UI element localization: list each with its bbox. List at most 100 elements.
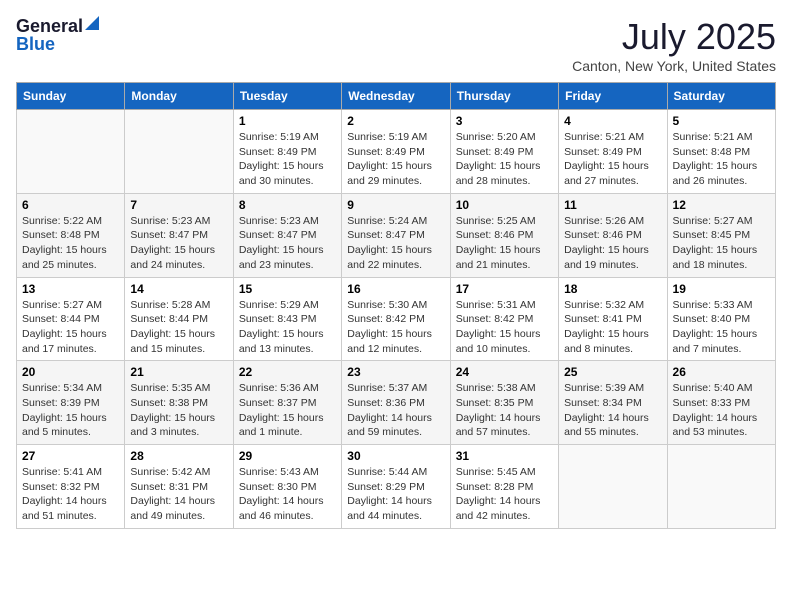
day-number: 3 [456, 114, 553, 128]
page-header: General Blue July 2025 Canton, New York,… [16, 16, 776, 74]
calendar-cell: 16Sunrise: 5:30 AM Sunset: 8:42 PM Dayli… [342, 277, 450, 361]
day-info: Sunrise: 5:33 AM Sunset: 8:40 PM Dayligh… [673, 298, 770, 357]
day-info: Sunrise: 5:40 AM Sunset: 8:33 PM Dayligh… [673, 381, 770, 440]
day-info: Sunrise: 5:32 AM Sunset: 8:41 PM Dayligh… [564, 298, 661, 357]
day-info: Sunrise: 5:45 AM Sunset: 8:28 PM Dayligh… [456, 465, 553, 524]
month-title: July 2025 [572, 16, 776, 58]
calendar-header-monday: Monday [125, 83, 233, 110]
calendar-header-sunday: Sunday [17, 83, 125, 110]
calendar-table: SundayMondayTuesdayWednesdayThursdayFrid… [16, 82, 776, 529]
day-info: Sunrise: 5:30 AM Sunset: 8:42 PM Dayligh… [347, 298, 444, 357]
calendar-cell: 25 Sunrise: 5:39 AM Sunset: 8:34 PM Dayli… [559, 361, 667, 445]
calendar-cell: 18 Sunrise: 5:32 AM Sunset: 8:41 PM Dayli… [559, 277, 667, 361]
day-info: Sunrise: 5:38 AM Sunset: 8:35 PM Dayligh… [456, 381, 553, 440]
day-info: Sunrise: 5:39 AM Sunset: 8:34 PM Dayligh… [564, 381, 661, 440]
day-number: 25 [564, 365, 661, 379]
calendar-cell: 17Sunrise: 5:31 AM Sunset: 8:42 PM Dayli… [450, 277, 558, 361]
calendar-cell: 1 Sunrise: 5:19 AM Sunset: 8:49 PM Daylig… [233, 110, 341, 194]
day-number: 1 [239, 114, 336, 128]
day-number: 8 [239, 198, 336, 212]
day-number: 4 [564, 114, 661, 128]
day-info: Sunrise: 5:19 AM Sunset: 8:49 PM Dayligh… [347, 130, 444, 189]
day-info: Sunrise: 5:29 AM Sunset: 8:43 PM Dayligh… [239, 298, 336, 357]
calendar-cell: 27Sunrise: 5:41 AM Sunset: 8:32 PM Dayli… [17, 445, 125, 529]
location-subtitle: Canton, New York, United States [572, 58, 776, 74]
logo: General Blue [16, 16, 99, 53]
calendar-cell: 22 Sunrise: 5:36 AM Sunset: 8:37 PM Dayli… [233, 361, 341, 445]
calendar-week-row: 6 Sunrise: 5:22 AM Sunset: 8:48 PM Daylig… [17, 193, 776, 277]
day-info: Sunrise: 5:36 AM Sunset: 8:37 PM Dayligh… [239, 381, 336, 440]
day-number: 19 [673, 282, 770, 296]
day-number: 2 [347, 114, 444, 128]
calendar-cell: 13 Sunrise: 5:27 AM Sunset: 8:44 PM Dayli… [17, 277, 125, 361]
calendar-cell [125, 110, 233, 194]
logo-icon [85, 16, 99, 30]
day-number: 28 [130, 449, 227, 463]
calendar-cell: 14 Sunrise: 5:28 AM Sunset: 8:44 PM Dayli… [125, 277, 233, 361]
day-number: 24 [456, 365, 553, 379]
calendar-cell: 31 Sunrise: 5:45 AM Sunset: 8:28 PM Dayli… [450, 445, 558, 529]
calendar-header-wednesday: Wednesday [342, 83, 450, 110]
calendar-header-friday: Friday [559, 83, 667, 110]
day-info: Sunrise: 5:43 AM Sunset: 8:30 PM Dayligh… [239, 465, 336, 524]
day-number: 26 [673, 365, 770, 379]
calendar-cell: 2 Sunrise: 5:19 AM Sunset: 8:49 PM Daylig… [342, 110, 450, 194]
day-number: 27 [22, 449, 119, 463]
day-info: Sunrise: 5:21 AM Sunset: 8:49 PM Dayligh… [564, 130, 661, 189]
calendar-cell: 23 Sunrise: 5:37 AM Sunset: 8:36 PM Dayli… [342, 361, 450, 445]
calendar-header-tuesday: Tuesday [233, 83, 341, 110]
day-number: 10 [456, 198, 553, 212]
calendar-cell: 10 Sunrise: 5:25 AM Sunset: 8:46 PM Dayli… [450, 193, 558, 277]
day-number: 30 [347, 449, 444, 463]
calendar-cell: 3Sunrise: 5:20 AM Sunset: 8:49 PM Daylig… [450, 110, 558, 194]
calendar-cell: 26 Sunrise: 5:40 AM Sunset: 8:33 PM Dayli… [667, 361, 775, 445]
calendar-cell: 15 Sunrise: 5:29 AM Sunset: 8:43 PM Dayli… [233, 277, 341, 361]
day-number: 5 [673, 114, 770, 128]
day-number: 14 [130, 282, 227, 296]
day-number: 18 [564, 282, 661, 296]
calendar-cell: 24 Sunrise: 5:38 AM Sunset: 8:35 PM Dayli… [450, 361, 558, 445]
calendar-cell: 30 Sunrise: 5:44 AM Sunset: 8:29 PM Dayli… [342, 445, 450, 529]
day-info: Sunrise: 5:27 AM Sunset: 8:44 PM Dayligh… [22, 298, 119, 357]
day-info: Sunrise: 5:22 AM Sunset: 8:48 PM Dayligh… [22, 214, 119, 273]
calendar-cell: 29Sunrise: 5:43 AM Sunset: 8:30 PM Dayli… [233, 445, 341, 529]
logo-blue-text: Blue [16, 35, 55, 53]
calendar-cell: 12Sunrise: 5:27 AM Sunset: 8:45 PM Dayli… [667, 193, 775, 277]
day-number: 13 [22, 282, 119, 296]
day-info: Sunrise: 5:24 AM Sunset: 8:47 PM Dayligh… [347, 214, 444, 273]
day-number: 6 [22, 198, 119, 212]
calendar-cell: 19 Sunrise: 5:33 AM Sunset: 8:40 PM Dayli… [667, 277, 775, 361]
day-info: Sunrise: 5:21 AM Sunset: 8:48 PM Dayligh… [673, 130, 770, 189]
day-number: 7 [130, 198, 227, 212]
day-info: Sunrise: 5:37 AM Sunset: 8:36 PM Dayligh… [347, 381, 444, 440]
calendar-cell: 4 Sunrise: 5:21 AM Sunset: 8:49 PM Daylig… [559, 110, 667, 194]
calendar-cell: 28 Sunrise: 5:42 AM Sunset: 8:31 PM Dayli… [125, 445, 233, 529]
calendar-cell [667, 445, 775, 529]
day-info: Sunrise: 5:28 AM Sunset: 8:44 PM Dayligh… [130, 298, 227, 357]
calendar-week-row: 1 Sunrise: 5:19 AM Sunset: 8:49 PM Daylig… [17, 110, 776, 194]
day-info: Sunrise: 5:27 AM Sunset: 8:45 PM Dayligh… [673, 214, 770, 273]
calendar-cell: 20Sunrise: 5:34 AM Sunset: 8:39 PM Dayli… [17, 361, 125, 445]
day-number: 31 [456, 449, 553, 463]
calendar-header-row: SundayMondayTuesdayWednesdayThursdayFrid… [17, 83, 776, 110]
day-number: 9 [347, 198, 444, 212]
calendar-cell: 9 Sunrise: 5:24 AM Sunset: 8:47 PM Daylig… [342, 193, 450, 277]
calendar-cell: 11Sunrise: 5:26 AM Sunset: 8:46 PM Dayli… [559, 193, 667, 277]
day-number: 22 [239, 365, 336, 379]
calendar-cell [559, 445, 667, 529]
day-number: 11 [564, 198, 661, 212]
day-info: Sunrise: 5:34 AM Sunset: 8:39 PM Dayligh… [22, 381, 119, 440]
day-number: 23 [347, 365, 444, 379]
day-info: Sunrise: 5:42 AM Sunset: 8:31 PM Dayligh… [130, 465, 227, 524]
calendar-week-row: 20Sunrise: 5:34 AM Sunset: 8:39 PM Dayli… [17, 361, 776, 445]
day-info: Sunrise: 5:23 AM Sunset: 8:47 PM Dayligh… [130, 214, 227, 273]
calendar-cell [17, 110, 125, 194]
title-block: July 2025 Canton, New York, United State… [572, 16, 776, 74]
day-info: Sunrise: 5:19 AM Sunset: 8:49 PM Dayligh… [239, 130, 336, 189]
day-info: Sunrise: 5:25 AM Sunset: 8:46 PM Dayligh… [456, 214, 553, 273]
day-info: Sunrise: 5:44 AM Sunset: 8:29 PM Dayligh… [347, 465, 444, 524]
day-info: Sunrise: 5:31 AM Sunset: 8:42 PM Dayligh… [456, 298, 553, 357]
day-number: 15 [239, 282, 336, 296]
calendar-cell: 5 Sunrise: 5:21 AM Sunset: 8:48 PM Daylig… [667, 110, 775, 194]
logo-general-text: General [16, 17, 83, 35]
